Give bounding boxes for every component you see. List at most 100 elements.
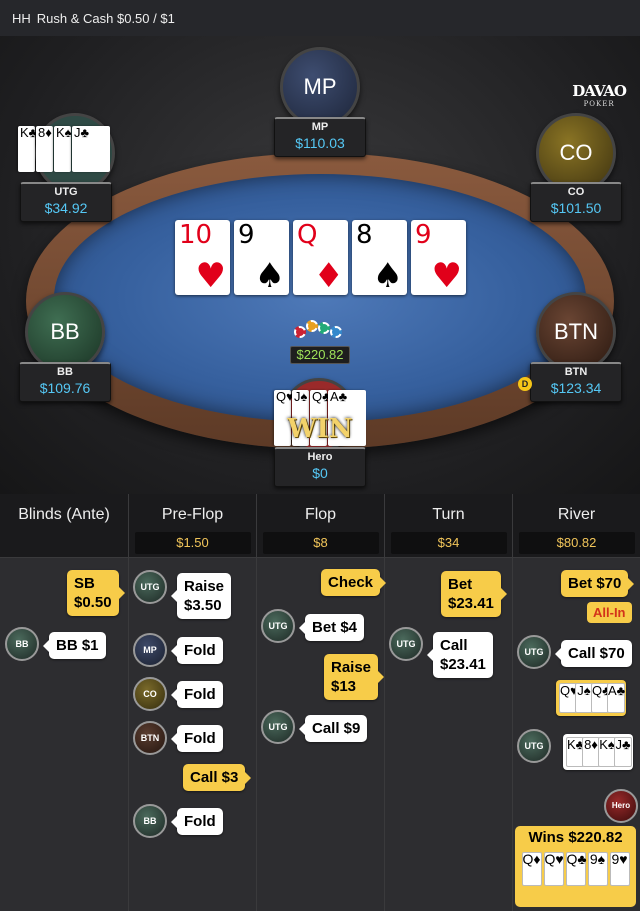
- player-name: Hero: [307, 451, 333, 463]
- seat-btn-plate: BTN $123.34: [530, 362, 622, 402]
- action-hero-bet: Bet $23.41: [441, 571, 507, 617]
- win-amount: Wins $220.82: [528, 829, 623, 846]
- street-title: Flop: [304, 506, 337, 523]
- player-stack: $123.34: [550, 380, 602, 396]
- shown-card: A♣: [607, 683, 625, 713]
- action-bb-fold: Fold: [171, 808, 223, 835]
- street-title: Pre-Flop: [161, 506, 224, 523]
- player-stack: $110.03: [295, 135, 345, 151]
- card-rank: 9: [238, 220, 255, 250]
- player-token-utg: UTG: [133, 570, 167, 604]
- avatar: MP: [280, 47, 360, 127]
- player-stack: $0: [312, 465, 328, 481]
- player-token-co: CO: [133, 677, 167, 711]
- street-pot: $80.82: [518, 532, 635, 554]
- action-mp-fold: Fold: [171, 637, 223, 664]
- board-card-5: 9 ♥: [411, 220, 466, 295]
- player-name: MP: [311, 121, 329, 133]
- avatar: CO: [536, 113, 616, 193]
- all-in-badge: All-In: [587, 602, 632, 623]
- action-btn-fold: Fold: [171, 725, 223, 752]
- card-rank: Q: [297, 220, 318, 250]
- action-sb-post: SB $0.50: [67, 570, 125, 616]
- action-utg-call: Call $70: [555, 640, 632, 667]
- heart-icon: ♥: [431, 256, 462, 296]
- hero-shown-hand: Q♥ J♠ Q♣ A♣: [556, 680, 626, 716]
- heart-icon: ♥: [195, 256, 226, 296]
- avatar: BTN: [536, 292, 616, 372]
- player-token-utg: UTG: [517, 729, 551, 763]
- seat-bb[interactable]: BB: [25, 292, 105, 372]
- action-hero-check: Check: [321, 569, 387, 596]
- player-name: BB: [57, 366, 73, 378]
- player-token-mp: MP: [133, 633, 167, 667]
- best-card: 9♠: [587, 852, 608, 886]
- street-pot: $8: [262, 532, 379, 554]
- avatar: BB: [25, 292, 105, 372]
- player-name: BTN: [564, 366, 588, 378]
- street-column-turn: Turn $34: [385, 494, 513, 911]
- brand-logo: DAVAO POKER: [572, 82, 627, 108]
- seat-utg-plate: UTG $34.92: [20, 182, 112, 222]
- chip-icon: [318, 322, 330, 334]
- action-utg-raise: Raise $3.50: [170, 573, 232, 619]
- card-rank: 9: [415, 220, 432, 250]
- utg-shown-hand: K♣ 8♦ K♠ J♣: [563, 734, 633, 770]
- street-column-blinds: Blinds (Ante): [0, 494, 129, 911]
- player-token-hero: Hero: [604, 789, 638, 823]
- board-card-4: 8 ♠: [352, 220, 407, 295]
- utg-hole-card: K♣: [18, 126, 37, 172]
- player-stack: $109.76: [39, 380, 91, 396]
- utg-hole-card: K♠: [54, 126, 72, 172]
- brand-logo-text: DAVAO: [572, 82, 627, 100]
- action-bb-post: BB $1: [43, 632, 106, 659]
- game-type-label: HH: [12, 10, 31, 26]
- utg-hole-card: 8♦: [36, 126, 53, 172]
- action-hero-call: Call $3: [183, 764, 252, 791]
- player-token-bb: BB: [5, 627, 39, 661]
- card-rank: 8: [356, 220, 373, 250]
- player-stack: $34.92: [44, 200, 88, 216]
- street-column-flop: Flop $8: [257, 494, 385, 911]
- street-title: Turn: [432, 506, 465, 523]
- dealer-button: D: [518, 377, 532, 391]
- title-bar: HH Rush & Cash $0.50 / $1: [0, 0, 640, 36]
- best-hand: Q♦ Q♥ Q♣ 9♠ 9♥: [515, 852, 636, 886]
- pot-amount: $220.82: [290, 346, 350, 364]
- spade-icon: ♠: [372, 256, 403, 296]
- player-token-utg: UTG: [389, 627, 423, 661]
- player-token-utg: UTG: [261, 609, 295, 643]
- win-banner: WIN: [287, 414, 353, 444]
- board-card-3: Q ♦: [293, 220, 348, 295]
- utg-hole-card: J♣: [72, 126, 110, 172]
- seat-mp[interactable]: MP: [280, 47, 360, 127]
- player-stack: $101.50: [550, 200, 602, 216]
- seat-bb-plate: BB $109.76: [19, 362, 111, 402]
- chip-icon: [306, 320, 318, 332]
- seat-co-plate: CO $101.50: [530, 182, 622, 222]
- action-utg-bet: Bet $4: [298, 614, 365, 641]
- seat-co[interactable]: CO: [536, 113, 616, 193]
- seat-btn[interactable]: BTN: [536, 292, 616, 372]
- player-name: CO: [567, 186, 585, 198]
- best-card: Q♦: [521, 852, 542, 886]
- shown-card: J♣: [614, 737, 632, 767]
- street-title: River: [557, 506, 596, 523]
- player-token-utg: UTG: [261, 710, 295, 744]
- table-title: Rush & Cash $0.50 / $1: [36, 10, 175, 26]
- chip-icon: [330, 326, 342, 338]
- best-card: 9♥: [609, 852, 630, 886]
- action-co-fold: Fold: [171, 681, 223, 708]
- diamond-icon: ♦: [313, 256, 344, 296]
- player-token-btn: BTN: [133, 721, 167, 755]
- board-card-1: 10 ♥: [175, 220, 230, 295]
- board-card-2: 9 ♠: [234, 220, 289, 295]
- card-rank: 10: [179, 220, 213, 250]
- action-utg-call: Call $23.41: [427, 632, 493, 678]
- best-card: Q♥: [543, 852, 564, 886]
- street-title: Blinds (Ante): [18, 506, 110, 523]
- winner-box: Wins $220.82 Q♦ Q♥ Q♣ 9♠ 9♥: [515, 826, 636, 907]
- street-pot: $1.50: [134, 532, 251, 554]
- action-utg-call: Call $9: [298, 715, 368, 742]
- street-pot: $34: [390, 532, 507, 554]
